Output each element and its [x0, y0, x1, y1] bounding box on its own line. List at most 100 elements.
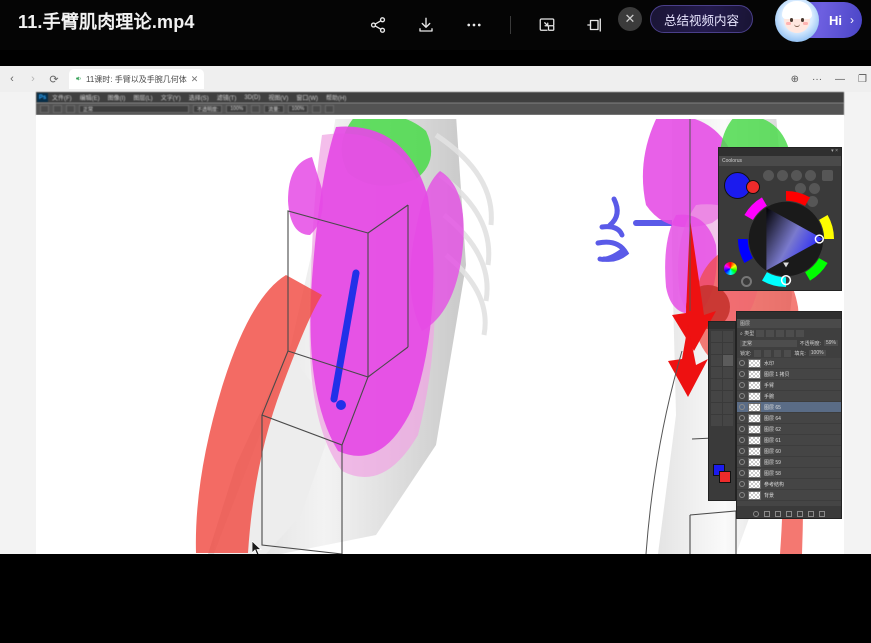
color-panel-tab[interactable]: Coolorus [719, 156, 841, 166]
layer-mask-icon[interactable] [775, 511, 781, 517]
brush-settings-icon[interactable] [66, 105, 75, 113]
brush-tool-icon[interactable] [40, 105, 49, 113]
panel-collapse-icon[interactable]: ▾ × [831, 148, 838, 154]
close-button[interactable]: ✕ [618, 7, 642, 31]
menu-item-select[interactable]: 选择(S) [185, 93, 213, 102]
layer-row[interactable]: 图层 65 [737, 402, 841, 413]
adjustment-layer-icon[interactable] [786, 511, 792, 517]
brush-preset-icon[interactable] [53, 105, 62, 113]
extensions-icon[interactable]: ⊕ [791, 74, 799, 85]
menu-item-type[interactable]: 文字(Y) [157, 93, 185, 102]
browser-menu-icon[interactable]: ··· [812, 74, 822, 85]
type-tool-icon[interactable] [711, 403, 722, 414]
marquee-tool-icon[interactable] [723, 331, 734, 342]
pressure-opacity-icon[interactable] [251, 105, 260, 113]
layer-visibility-icon[interactable] [739, 448, 745, 454]
layer-row[interactable]: 图层 62 [737, 424, 841, 435]
brush-size-icon[interactable] [741, 276, 752, 287]
menu-item-help[interactable]: 帮助(H) [322, 93, 350, 102]
share-icon[interactable] [364, 11, 392, 39]
menu-item-window[interactable]: 窗口(W) [292, 93, 322, 102]
layer-visibility-icon[interactable] [739, 382, 745, 388]
layers-panel-tab[interactable]: 图层 [737, 319, 841, 328]
blend-mode-select[interactable]: 正常 [79, 105, 189, 113]
layer-visibility-icon[interactable] [739, 481, 745, 487]
menu-item-image[interactable]: 图像(I) [104, 93, 130, 102]
filter-smart-icon[interactable] [796, 330, 804, 337]
shape-tool-icon[interactable] [723, 403, 734, 414]
layer-visibility-icon[interactable] [739, 393, 745, 399]
menu-item-layer[interactable]: 图层(L) [129, 93, 156, 102]
ai-summarize-button[interactable]: 总结视频内容 [650, 5, 753, 33]
new-layer-icon[interactable] [808, 511, 814, 517]
filter-type-icon[interactable] [776, 330, 784, 337]
layer-visibility-icon[interactable] [739, 404, 745, 410]
harmony-mono-icon[interactable] [763, 170, 774, 181]
layer-visibility-icon[interactable] [739, 492, 745, 498]
menu-item-file[interactable]: 文件(F) [48, 93, 76, 102]
smoothing-icon[interactable] [325, 105, 334, 113]
more-options-icon[interactable] [460, 11, 488, 39]
layer-visibility-icon[interactable] [739, 470, 745, 476]
menu-item-view[interactable]: 视图(V) [264, 93, 292, 102]
lock-position-icon[interactable] [774, 350, 781, 357]
menu-item-edit[interactable]: 编辑(E) [76, 93, 104, 102]
pen-tool-icon[interactable] [723, 391, 734, 402]
layer-list[interactable]: 水印图层 1 拷贝手臂手腕图层 65图层 64图层 62图层 61图层 60图层… [737, 358, 841, 506]
layer-visibility-icon[interactable] [739, 426, 745, 432]
tools-panel-titlebar[interactable] [709, 322, 735, 329]
lock-image-icon[interactable] [764, 350, 771, 357]
layer-visibility-icon[interactable] [739, 437, 745, 443]
delete-layer-icon[interactable] [819, 511, 825, 517]
smudge-tool-icon[interactable] [723, 379, 734, 390]
layer-fill-value[interactable]: 100% [809, 350, 826, 356]
layer-opacity-value[interactable]: 59% [824, 340, 838, 346]
menu-item-3d[interactable]: 3D(D) [240, 95, 264, 101]
layer-row[interactable]: 手腕 [737, 391, 841, 402]
forward-icon[interactable]: › [24, 70, 42, 88]
harmony-complement-icon[interactable] [777, 170, 788, 181]
crop-tool-icon[interactable] [711, 355, 722, 366]
picture-in-picture-icon[interactable] [533, 11, 561, 39]
layers-filter-kind[interactable]: ⌕ 类型 [740, 330, 754, 337]
layer-row[interactable]: 图层 61 [737, 435, 841, 446]
lock-all-icon[interactable] [784, 350, 791, 357]
eyedropper-tool-icon[interactable] [711, 367, 722, 378]
layer-row[interactable]: 图层 60 [737, 446, 841, 457]
new-group-icon[interactable] [797, 511, 803, 517]
layer-row[interactable]: 水印 [737, 358, 841, 369]
hand-tool-icon[interactable] [711, 415, 722, 426]
harmony-triad-icon[interactable] [791, 170, 802, 181]
gear-icon[interactable] [822, 170, 833, 181]
tools-background-swatch[interactable] [719, 471, 731, 483]
lasso-tool-icon[interactable] [711, 343, 722, 354]
layer-visibility-icon[interactable] [739, 415, 745, 421]
layers-panel-titlebar[interactable] [737, 312, 841, 319]
download-icon[interactable] [412, 11, 440, 39]
harmony-analog-icon[interactable] [805, 170, 816, 181]
browser-tab[interactable]: 11课时: 手臂以及手腕几何体 ✕ [69, 69, 204, 89]
menu-item-filter[interactable]: 滤镜(T) [213, 93, 241, 102]
video-surface[interactable]: ‹ › ⟳ 11课时: 手臂以及手腕几何体 ✕ ⊕ ··· — ❐ [0, 60, 871, 560]
layer-row[interactable]: 参考结构 [737, 479, 841, 490]
flow-value[interactable]: 100% [288, 105, 309, 113]
photoshop-canvas[interactable]: ▾ × Coolorus [36, 115, 844, 554]
color-panel-titlebar[interactable]: ▾ × [719, 148, 841, 156]
link-layers-icon[interactable] [753, 511, 759, 517]
layer-visibility-icon[interactable] [739, 459, 745, 465]
dodge-tool-icon[interactable] [711, 391, 722, 402]
airbrush-icon[interactable] [312, 105, 321, 113]
wand-tool-icon[interactable] [723, 343, 734, 354]
eraser-tool-icon[interactable] [723, 367, 734, 378]
layer-visibility-icon[interactable] [739, 360, 745, 366]
reload-icon[interactable]: ⟳ [45, 70, 63, 88]
filter-adjust-icon[interactable] [766, 330, 774, 337]
minimize-icon[interactable]: — [835, 74, 845, 85]
color-mode-icon[interactable] [724, 262, 737, 275]
layer-row[interactable]: 手臂 [737, 380, 841, 391]
coolorus-color-panel[interactable]: ▾ × Coolorus [718, 147, 842, 291]
opacity-value[interactable]: 100% [226, 105, 247, 113]
layer-row[interactable]: 图层 59 [737, 457, 841, 468]
photoshop-tools-panel[interactable] [708, 321, 736, 501]
close-icon[interactable]: ✕ [191, 74, 199, 85]
